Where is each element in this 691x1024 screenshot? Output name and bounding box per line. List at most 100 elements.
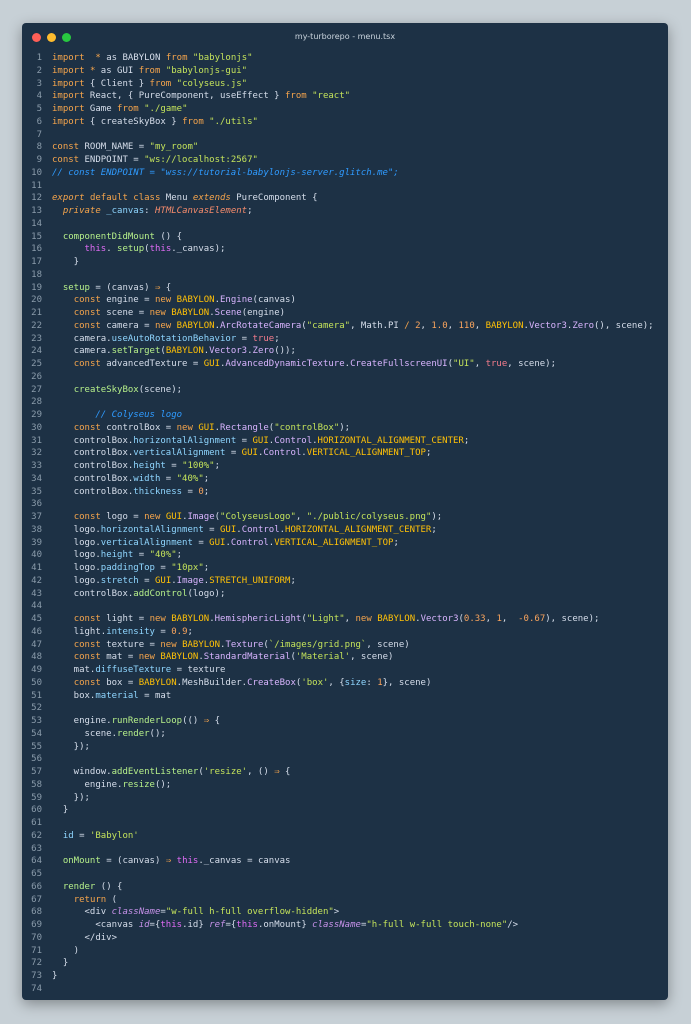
code-line: 32 controlBox.verticalAlignment = GUI.Co… (22, 447, 668, 460)
code-line: 25 const advancedTexture = GUI.AdvancedD… (22, 358, 668, 371)
line-number: 26 (31, 371, 42, 382)
line-number: 74 (31, 983, 42, 994)
line-number: 62 (31, 830, 42, 841)
code-line: 8 const ROOM_NAME = "my_room" (22, 141, 668, 154)
line-number: 1 (36, 53, 42, 63)
line-text: const controlBox = new GUI.Rectangle("co… (73, 422, 351, 433)
code-line: 59 }); (22, 792, 668, 805)
line-number: 69 (31, 920, 42, 930)
line-number: 2 (36, 65, 42, 76)
code-line: 60 } (22, 804, 668, 817)
code-line: 69 <canvas id={this.id} ref={this.onMoun… (22, 919, 668, 932)
line-text: const logo = new GUI.Image("ColyseusLogo… (73, 512, 443, 522)
code-line: 38 logo.horizontalAlignment = GUI.Contro… (22, 524, 668, 537)
code-line: 30 const controlBox = new GUI.Rectangle(… (22, 422, 668, 435)
line-text: const ENDPOINT = "ws://localhost:2567" (52, 155, 258, 165)
line-number: 18 (31, 269, 42, 280)
line-number: 7 (36, 129, 42, 140)
line-number: 4 (36, 91, 42, 102)
line-number: 54 (31, 728, 42, 739)
line-text: <div className="w-full h-full overflow-h… (52, 907, 340, 918)
code-line: 61 (22, 817, 668, 830)
line-number: 32 (31, 448, 42, 459)
line-text: controlBox.thickness = 0; (52, 486, 210, 497)
code-line: 4 import React, { PureComponent, useEffec… (22, 90, 668, 103)
line-number: 43 (31, 588, 42, 599)
line-number: 5 (36, 104, 42, 114)
line-text: setup = (canvas) ⇒ { (62, 282, 172, 293)
code-line: 74 (22, 983, 668, 996)
line-text: } (52, 958, 69, 969)
line-number: 65 (31, 869, 42, 879)
line-text: logo.paddingTop = "10px"; (52, 563, 210, 573)
line-text: import { Client } from "colyseus.js" (52, 78, 248, 89)
code-line: 33 controlBox.height = "100%"; (22, 460, 668, 473)
line-text: onMount = (canvas) ⇒ this._canvas = canv… (62, 856, 291, 867)
line-number: 6 (36, 116, 42, 127)
line-number: 33 (31, 461, 42, 471)
code-line: 68 <div className="w-full h-full overflo… (22, 906, 668, 919)
code-editor[interactable]: 1 import * as BABYLON from "babylonjs" 2 im… (22, 52, 668, 996)
line-number: 28 (31, 397, 42, 408)
line-text: const ROOM_NAME = "my_room" (52, 142, 199, 153)
line-text: const mat = new BABYLON.StandardMaterial… (73, 652, 394, 663)
code-line: 47 const texture = new BABYLON.Texture(`… (22, 639, 668, 652)
line-text: render () { (62, 881, 123, 892)
code-line: 11 (22, 180, 668, 193)
line-number: 64 (31, 856, 42, 867)
line-number: 46 (31, 626, 42, 637)
code-line: 15 componentDidMount () { (22, 231, 668, 244)
code-line: 37 const logo = new GUI.Image("ColyseusL… (22, 511, 668, 524)
line-number: 52 (31, 703, 42, 714)
line-number: 20 (31, 295, 42, 306)
line-text: } (52, 971, 58, 981)
line-text: <canvas id={this.id} ref={this.onMount} … (52, 920, 519, 930)
code-line: 3 import { Client } from "colyseus.js" (22, 78, 668, 91)
line-text: logo.horizontalAlignment = GUI.Control.H… (52, 524, 437, 535)
code-line: 57 window.addEventListener('resize', () … (22, 766, 668, 779)
line-text: createSkyBox(scene); (73, 384, 183, 395)
code-line: 52 (22, 702, 668, 715)
line-number: 24 (31, 346, 42, 357)
line-text: controlBox.horizontalAlignment = GUI.Con… (52, 435, 470, 446)
line-text: return ( (73, 894, 118, 905)
line-number: 71 (31, 945, 42, 956)
line-number: 10 (31, 167, 42, 178)
line-number: 49 (31, 665, 42, 675)
line-text: }); (52, 792, 90, 803)
line-number: 70 (31, 932, 42, 943)
line-number: 73 (31, 971, 42, 981)
line-number: 17 (31, 257, 42, 267)
line-number: 3 (36, 78, 42, 89)
line-text: ) (52, 945, 80, 956)
line-text: controlBox.verticalAlignment = GUI.Contr… (52, 448, 432, 459)
code-line: 72 } (22, 957, 668, 970)
line-number: 14 (31, 218, 42, 229)
line-text: controlBox.width = "40%"; (52, 473, 210, 484)
title-bar: my-turborepo - menu.tsx (22, 23, 668, 53)
line-text: import * as BABYLON from "babylonjs" (52, 53, 253, 63)
code-line: 19 setup = (canvas) ⇒ { (22, 282, 668, 295)
line-number: 22 (31, 320, 42, 331)
line-number: 41 (31, 563, 42, 573)
line-text: private _canvas: HTMLCanvasElement; (62, 206, 253, 216)
code-line: 31 controlBox.horizontalAlignment = GUI.… (22, 435, 668, 448)
code-line: 13 private _canvas: HTMLCanvasElement; (22, 205, 668, 218)
line-text: }); (52, 741, 90, 752)
code-line: 42 logo.stretch = GUI.Image.STRETCH_UNIF… (22, 575, 668, 588)
line-text: controlBox.height = "100%"; (52, 461, 220, 471)
code-line: 50 const box = BABYLON.MeshBuilder.Creat… (22, 677, 668, 690)
code-line: 43 controlBox.addControl(logo); (22, 588, 668, 601)
code-line: 36 (22, 498, 668, 511)
code-line: 48 const mat = new BABYLON.StandardMater… (22, 651, 668, 664)
code-line: 62 id = 'Babylon' (22, 830, 668, 843)
line-text: } (52, 805, 69, 816)
line-text: export default class Menu extends PureCo… (52, 193, 318, 204)
line-number: 30 (31, 422, 42, 433)
line-text: logo.height = "40%"; (52, 550, 183, 561)
code-line: 46 light.intensity = 0.9; (22, 626, 668, 639)
line-text: // const ENDPOINT = "wss://tutorial-baby… (52, 167, 399, 178)
line-number: 51 (31, 690, 42, 701)
code-line: 12 export default class Menu extends Pure… (22, 192, 668, 205)
line-number: 19 (31, 282, 42, 293)
